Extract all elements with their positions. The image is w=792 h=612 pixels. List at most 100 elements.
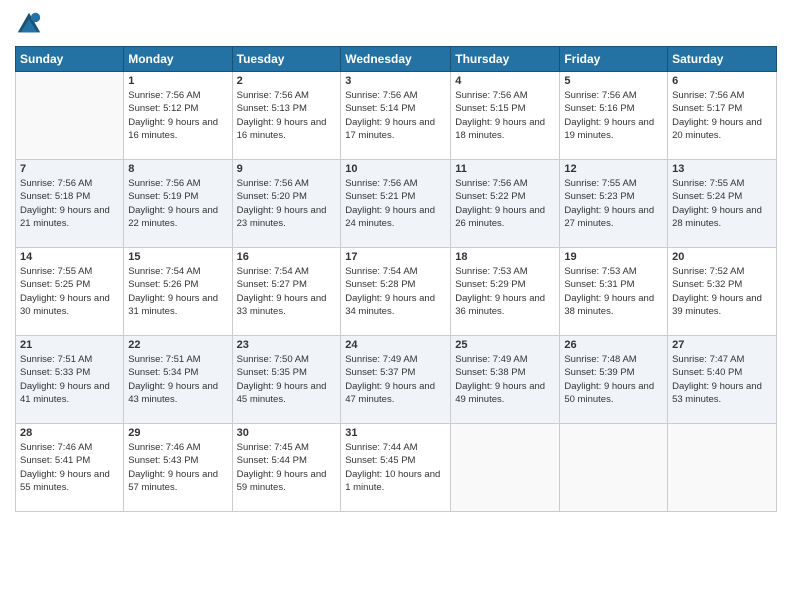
calendar-cell: 30 Sunrise: 7:45 AM Sunset: 5:44 PM Dayl… xyxy=(232,424,341,512)
weekday-header: Monday xyxy=(124,47,232,72)
sunset-text: Sunset: 5:27 PM xyxy=(237,279,307,290)
sunset-text: Sunset: 5:15 PM xyxy=(455,103,525,114)
day-info: Sunrise: 7:56 AM Sunset: 5:12 PM Dayligh… xyxy=(128,89,227,142)
calendar-cell: 10 Sunrise: 7:56 AM Sunset: 5:21 PM Dayl… xyxy=(341,160,451,248)
sunset-text: Sunset: 5:38 PM xyxy=(455,367,525,378)
calendar-cell: 1 Sunrise: 7:56 AM Sunset: 5:12 PM Dayli… xyxy=(124,72,232,160)
sunrise-text: Sunrise: 7:56 AM xyxy=(455,178,527,189)
daylight-text: Daylight: 9 hours and 41 minutes. xyxy=(20,381,110,405)
logo xyxy=(15,10,47,38)
day-info: Sunrise: 7:54 AM Sunset: 5:27 PM Dayligh… xyxy=(237,265,337,318)
day-number: 15 xyxy=(128,251,227,263)
sunrise-text: Sunrise: 7:49 AM xyxy=(345,354,417,365)
daylight-text: Daylight: 9 hours and 21 minutes. xyxy=(20,205,110,229)
calendar-cell: 16 Sunrise: 7:54 AM Sunset: 5:27 PM Dayl… xyxy=(232,248,341,336)
sunset-text: Sunset: 5:26 PM xyxy=(128,279,198,290)
day-number: 17 xyxy=(345,251,446,263)
day-number: 16 xyxy=(237,251,337,263)
day-number: 6 xyxy=(672,75,772,87)
day-number: 18 xyxy=(455,251,555,263)
sunset-text: Sunset: 5:44 PM xyxy=(237,455,307,466)
calendar-cell: 3 Sunrise: 7:56 AM Sunset: 5:14 PM Dayli… xyxy=(341,72,451,160)
day-number: 8 xyxy=(128,163,227,175)
sunset-text: Sunset: 5:13 PM xyxy=(237,103,307,114)
day-info: Sunrise: 7:49 AM Sunset: 5:38 PM Dayligh… xyxy=(455,353,555,406)
calendar-cell: 19 Sunrise: 7:53 AM Sunset: 5:31 PM Dayl… xyxy=(560,248,668,336)
calendar-row: 7 Sunrise: 7:56 AM Sunset: 5:18 PM Dayli… xyxy=(16,160,777,248)
sunset-text: Sunset: 5:33 PM xyxy=(20,367,90,378)
calendar-cell: 14 Sunrise: 7:55 AM Sunset: 5:25 PM Dayl… xyxy=(16,248,124,336)
sunrise-text: Sunrise: 7:56 AM xyxy=(345,90,417,101)
sunset-text: Sunset: 5:39 PM xyxy=(564,367,634,378)
page: SundayMondayTuesdayWednesdayThursdayFrid… xyxy=(0,0,792,612)
sunset-text: Sunset: 5:41 PM xyxy=(20,455,90,466)
day-number: 23 xyxy=(237,339,337,351)
calendar-cell: 2 Sunrise: 7:56 AM Sunset: 5:13 PM Dayli… xyxy=(232,72,341,160)
sunrise-text: Sunrise: 7:55 AM xyxy=(564,178,636,189)
daylight-text: Daylight: 9 hours and 17 minutes. xyxy=(345,117,435,141)
daylight-text: Daylight: 9 hours and 27 minutes. xyxy=(564,205,654,229)
sunrise-text: Sunrise: 7:54 AM xyxy=(345,266,417,277)
day-number: 22 xyxy=(128,339,227,351)
day-info: Sunrise: 7:56 AM Sunset: 5:13 PM Dayligh… xyxy=(237,89,337,142)
sunrise-text: Sunrise: 7:45 AM xyxy=(237,442,309,453)
sunrise-text: Sunrise: 7:56 AM xyxy=(345,178,417,189)
weekday-header: Sunday xyxy=(16,47,124,72)
calendar-row: 14 Sunrise: 7:55 AM Sunset: 5:25 PM Dayl… xyxy=(16,248,777,336)
day-info: Sunrise: 7:55 AM Sunset: 5:25 PM Dayligh… xyxy=(20,265,119,318)
day-number: 20 xyxy=(672,251,772,263)
sunrise-text: Sunrise: 7:52 AM xyxy=(672,266,744,277)
calendar-cell xyxy=(16,72,124,160)
daylight-text: Daylight: 9 hours and 59 minutes. xyxy=(237,469,327,493)
day-info: Sunrise: 7:53 AM Sunset: 5:29 PM Dayligh… xyxy=(455,265,555,318)
weekday-header: Thursday xyxy=(451,47,560,72)
daylight-text: Daylight: 9 hours and 43 minutes. xyxy=(128,381,218,405)
sunrise-text: Sunrise: 7:56 AM xyxy=(128,178,200,189)
calendar-cell: 4 Sunrise: 7:56 AM Sunset: 5:15 PM Dayli… xyxy=(451,72,560,160)
sunset-text: Sunset: 5:20 PM xyxy=(237,191,307,202)
day-number: 5 xyxy=(564,75,663,87)
day-number: 28 xyxy=(20,427,119,439)
sunset-text: Sunset: 5:19 PM xyxy=(128,191,198,202)
day-info: Sunrise: 7:51 AM Sunset: 5:33 PM Dayligh… xyxy=(20,353,119,406)
sunrise-text: Sunrise: 7:47 AM xyxy=(672,354,744,365)
sunrise-text: Sunrise: 7:53 AM xyxy=(455,266,527,277)
calendar-cell xyxy=(451,424,560,512)
sunrise-text: Sunrise: 7:44 AM xyxy=(345,442,417,453)
sunrise-text: Sunrise: 7:56 AM xyxy=(128,90,200,101)
daylight-text: Daylight: 9 hours and 18 minutes. xyxy=(455,117,545,141)
day-number: 25 xyxy=(455,339,555,351)
calendar-cell: 28 Sunrise: 7:46 AM Sunset: 5:41 PM Dayl… xyxy=(16,424,124,512)
day-info: Sunrise: 7:53 AM Sunset: 5:31 PM Dayligh… xyxy=(564,265,663,318)
day-info: Sunrise: 7:55 AM Sunset: 5:24 PM Dayligh… xyxy=(672,177,772,230)
sunset-text: Sunset: 5:28 PM xyxy=(345,279,415,290)
daylight-text: Daylight: 9 hours and 23 minutes. xyxy=(237,205,327,229)
day-number: 11 xyxy=(455,163,555,175)
sunrise-text: Sunrise: 7:56 AM xyxy=(455,90,527,101)
header xyxy=(15,10,777,38)
day-number: 13 xyxy=(672,163,772,175)
daylight-text: Daylight: 9 hours and 26 minutes. xyxy=(455,205,545,229)
daylight-text: Daylight: 9 hours and 16 minutes. xyxy=(128,117,218,141)
day-info: Sunrise: 7:44 AM Sunset: 5:45 PM Dayligh… xyxy=(345,441,446,494)
calendar-cell: 26 Sunrise: 7:48 AM Sunset: 5:39 PM Dayl… xyxy=(560,336,668,424)
day-info: Sunrise: 7:51 AM Sunset: 5:34 PM Dayligh… xyxy=(128,353,227,406)
day-number: 19 xyxy=(564,251,663,263)
sunrise-text: Sunrise: 7:46 AM xyxy=(20,442,92,453)
calendar-cell: 18 Sunrise: 7:53 AM Sunset: 5:29 PM Dayl… xyxy=(451,248,560,336)
day-info: Sunrise: 7:56 AM Sunset: 5:15 PM Dayligh… xyxy=(455,89,555,142)
day-info: Sunrise: 7:47 AM Sunset: 5:40 PM Dayligh… xyxy=(672,353,772,406)
sunrise-text: Sunrise: 7:54 AM xyxy=(128,266,200,277)
day-number: 26 xyxy=(564,339,663,351)
daylight-text: Daylight: 9 hours and 53 minutes. xyxy=(672,381,762,405)
sunrise-text: Sunrise: 7:55 AM xyxy=(20,266,92,277)
day-info: Sunrise: 7:56 AM Sunset: 5:14 PM Dayligh… xyxy=(345,89,446,142)
daylight-text: Daylight: 9 hours and 39 minutes. xyxy=(672,293,762,317)
day-info: Sunrise: 7:49 AM Sunset: 5:37 PM Dayligh… xyxy=(345,353,446,406)
day-number: 2 xyxy=(237,75,337,87)
sunrise-text: Sunrise: 7:56 AM xyxy=(672,90,744,101)
calendar-cell: 17 Sunrise: 7:54 AM Sunset: 5:28 PM Dayl… xyxy=(341,248,451,336)
day-info: Sunrise: 7:56 AM Sunset: 5:22 PM Dayligh… xyxy=(455,177,555,230)
sunset-text: Sunset: 5:29 PM xyxy=(455,279,525,290)
daylight-text: Daylight: 9 hours and 28 minutes. xyxy=(672,205,762,229)
